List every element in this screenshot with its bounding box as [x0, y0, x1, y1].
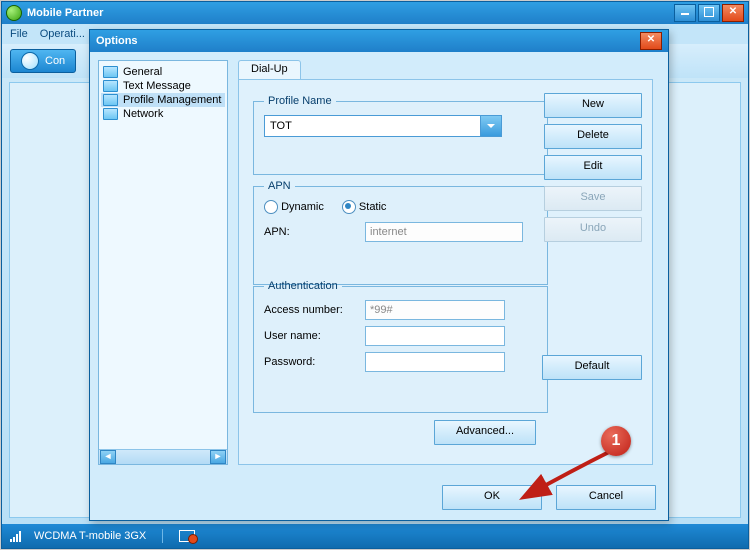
group-legend: APN: [264, 180, 295, 192]
options-tree: General Text Message Profile Management …: [98, 60, 228, 465]
undo-button: Undo: [544, 217, 642, 242]
scroll-left-icon[interactable]: ◄: [100, 450, 116, 464]
app-icon: [6, 5, 22, 21]
tree-label: Profile Management: [123, 94, 221, 106]
folder-icon: [103, 80, 118, 92]
annotation-step-1: 1: [601, 426, 631, 456]
advanced-button[interactable]: Advanced...: [434, 420, 536, 445]
connect-button[interactable]: Con: [10, 49, 76, 73]
username-input[interactable]: [365, 326, 505, 346]
connect-label: Con: [45, 55, 65, 67]
cancel-button[interactable]: Cancel: [556, 485, 656, 510]
password-input[interactable]: [365, 352, 505, 372]
options-title: Options: [96, 35, 640, 47]
group-legend: Authentication: [264, 280, 342, 292]
options-titlebar: Options ✕: [90, 30, 668, 52]
tree-label: General: [123, 66, 162, 78]
main-titlebar: Mobile Partner ✕: [2, 2, 748, 24]
group-legend: Profile Name: [264, 95, 336, 107]
menu-operation[interactable]: Operati...: [40, 28, 85, 40]
apn-dynamic-option[interactable]: Dynamic: [264, 200, 324, 214]
tree-hscrollbar[interactable]: ◄ ►: [99, 449, 227, 464]
username-label: User name:: [264, 330, 359, 342]
tree-item-profile-management[interactable]: Profile Management: [101, 93, 225, 107]
maximize-icon: [704, 7, 714, 17]
edit-button[interactable]: Edit: [544, 155, 642, 180]
radio-label: Dynamic: [281, 201, 324, 213]
options-close-button[interactable]: ✕: [640, 32, 662, 50]
tree-label: Text Message: [123, 80, 191, 92]
maximize-button[interactable]: [698, 4, 720, 22]
status-network-text: WCDMA T-mobile 3GX: [34, 530, 146, 542]
annotation-step-number: 1: [612, 432, 621, 450]
scroll-right-icon[interactable]: ►: [210, 450, 226, 464]
apn-static-option[interactable]: Static: [342, 200, 387, 214]
app-title: Mobile Partner: [27, 7, 669, 19]
tree-label: Network: [123, 108, 163, 120]
connect-icon: [21, 52, 39, 70]
minimize-icon: [681, 13, 689, 15]
access-number-label: Access number:: [264, 304, 359, 316]
radio-label: Static: [359, 201, 387, 213]
menu-file[interactable]: File: [10, 28, 28, 40]
profile-name-value: TOT: [270, 120, 292, 132]
chevron-down-icon[interactable]: [480, 116, 501, 136]
ok-button[interactable]: OK: [442, 485, 542, 510]
folder-icon: [103, 66, 118, 78]
tab-label: Dial-Up: [251, 63, 288, 75]
close-button[interactable]: ✕: [722, 4, 744, 22]
tree-item-general[interactable]: General: [101, 65, 225, 79]
tab-page-dialup: Profile Name TOT APN Dynamic Static: [238, 79, 653, 465]
tabstrip: Dial-Up: [238, 60, 518, 80]
folder-icon: [103, 94, 118, 106]
minimize-button[interactable]: [674, 4, 696, 22]
folder-icon: [103, 108, 118, 120]
apn-field-label: APN:: [264, 226, 359, 238]
save-button: Save: [544, 186, 642, 211]
status-separator: [162, 529, 163, 543]
access-number-input[interactable]: [365, 300, 505, 320]
tree-item-network[interactable]: Network: [101, 107, 225, 121]
network-disconnected-icon: [179, 530, 195, 542]
apn-input[interactable]: [365, 222, 523, 242]
statusbar: WCDMA T-mobile 3GX: [2, 524, 748, 548]
signal-icon: [10, 530, 24, 542]
default-button[interactable]: Default: [542, 355, 642, 380]
options-dialog: Options ✕ General Text Message Profile M…: [89, 29, 669, 521]
group-profile-name: Profile Name TOT: [253, 95, 548, 175]
group-authentication: Authentication Access number: User name:…: [253, 280, 548, 413]
dialog-footer: OK Cancel: [442, 485, 656, 510]
group-apn: APN Dynamic Static APN:: [253, 180, 548, 285]
tree-item-text-message[interactable]: Text Message: [101, 79, 225, 93]
delete-button[interactable]: Delete: [544, 124, 642, 149]
password-label: Password:: [264, 356, 359, 368]
new-button[interactable]: New: [544, 93, 642, 118]
radio-icon: [264, 200, 278, 214]
radio-checked-icon: [342, 200, 356, 214]
tab-dialup[interactable]: Dial-Up: [238, 60, 301, 81]
side-buttons: New Delete Edit Save Undo: [544, 93, 642, 242]
profile-name-combo[interactable]: TOT: [264, 115, 502, 137]
